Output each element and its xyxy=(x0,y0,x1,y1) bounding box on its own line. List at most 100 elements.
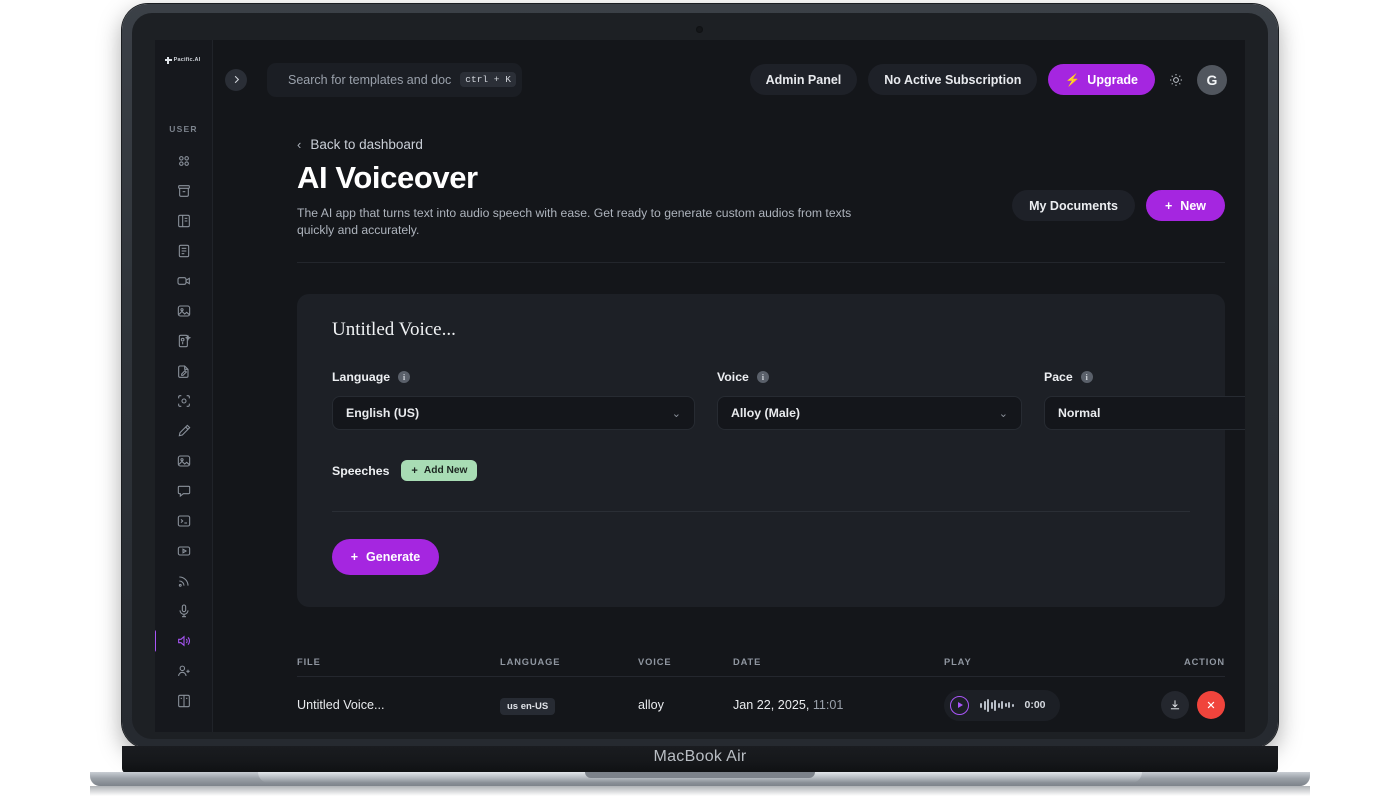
back-link-label: Back to dashboard xyxy=(310,137,423,152)
info-icon[interactable]: i xyxy=(756,371,769,384)
main-column: Search for templates and doc ctrl + K Ad… xyxy=(213,40,1245,732)
upgrade-button[interactable]: ⚡ Upgrade xyxy=(1048,64,1155,95)
laptop-base-notch xyxy=(585,772,815,778)
sidebar-item-templates[interactable] xyxy=(155,206,212,236)
table-row[interactable]: Untitled Voice... us en-US alloy Jan 22,… xyxy=(297,677,1225,732)
sidebar-item-pen[interactable] xyxy=(155,416,212,446)
info-icon[interactable]: i xyxy=(1080,371,1093,384)
play-time: 0:00 xyxy=(1024,699,1046,712)
pace-value: Normal xyxy=(1058,406,1101,421)
sidebar-item-archive[interactable] xyxy=(155,176,212,206)
generate-label: Generate xyxy=(366,550,421,565)
documents-table: FILE LANGUAGE VOICE DATE PLAY ACTION Unt… xyxy=(297,647,1225,732)
archive-box-icon xyxy=(177,185,190,197)
voiceover-form-card: Untitled Voice... Language i English (US… xyxy=(297,294,1245,608)
rss-icon xyxy=(178,576,189,587)
date-text: Jan 22, 2025, xyxy=(733,698,810,713)
play-box-icon xyxy=(177,546,190,556)
photo-icon xyxy=(177,455,190,467)
sidebar-item-rss[interactable] xyxy=(155,566,212,596)
column-header-play: PLAY xyxy=(944,656,972,667)
generate-button[interactable]: + Generate xyxy=(332,539,439,576)
download-button[interactable] xyxy=(1161,691,1189,720)
search-input[interactable]: Search for templates and doc ctrl + K xyxy=(267,62,522,97)
card-divider xyxy=(332,511,1190,513)
form-field-row: Language i English (US) ⌄ Voice i Alloy … xyxy=(332,370,1245,431)
hero-actions: My Documents + New xyxy=(1012,160,1225,221)
topbar: Search for templates and doc ctrl + K Ad… xyxy=(213,40,1245,119)
user-avatar[interactable]: G xyxy=(1197,64,1227,95)
sidebar-nav-list xyxy=(155,146,212,716)
sidebar-item-vision[interactable] xyxy=(155,386,212,416)
delete-button[interactable] xyxy=(1197,691,1225,720)
image-icon xyxy=(177,305,190,317)
sidebar-collapse-toggle[interactable] xyxy=(225,68,247,91)
info-icon[interactable]: i xyxy=(398,371,411,384)
language-select[interactable]: English (US) ⌄ xyxy=(332,396,695,431)
search-placeholder: Search for templates and doc xyxy=(288,72,452,87)
sidebar-item-photo-studio[interactable] xyxy=(155,446,212,476)
sidebar-section-label: USER xyxy=(169,124,198,134)
time-text: 11:01 xyxy=(812,698,844,713)
laptop-screen: Pacific.AI USER Search for templates and… xyxy=(155,40,1245,732)
sidebar-item-video[interactable] xyxy=(155,266,212,296)
sidebar-item-editor[interactable] xyxy=(155,356,212,386)
pace-label: Pace xyxy=(1044,370,1073,385)
topbar-actions: Admin Panel No Active Subscription ⚡ Upg… xyxy=(749,64,1227,95)
audio-player[interactable]: 0:00 xyxy=(944,689,1060,721)
microphone-icon xyxy=(178,604,189,618)
sidebar-item-code[interactable] xyxy=(155,506,212,536)
document-lines-icon xyxy=(178,244,189,258)
app-root: Pacific.AI USER Search for templates and… xyxy=(155,40,1245,732)
voice-field: Voice i Alloy (Male) ⌄ xyxy=(717,370,1022,431)
cell-voice: alloy xyxy=(638,698,664,713)
column-header-language: LANGUAGE xyxy=(500,656,561,667)
back-to-dashboard-link[interactable]: ‹ Back to dashboard xyxy=(297,137,1225,152)
sidebar-item-ai-detector[interactable] xyxy=(155,326,212,356)
hero-divider xyxy=(297,262,1225,264)
sidebar-item-dashboard[interactable] xyxy=(155,146,212,176)
speaker-wave-icon xyxy=(177,635,190,647)
admin-panel-button[interactable]: Admin Panel xyxy=(749,64,858,95)
brand-mark-icon xyxy=(164,56,172,64)
sidebar: Pacific.AI USER xyxy=(155,40,213,732)
language-value: English (US) xyxy=(346,406,420,421)
sidebar-item-ai-voiceover[interactable] xyxy=(155,626,212,656)
plus-icon: + xyxy=(411,464,418,477)
download-icon xyxy=(1170,700,1180,710)
play-circle-icon[interactable] xyxy=(950,695,969,715)
column-header-date: DATE xyxy=(733,656,762,667)
voice-select[interactable]: Alloy (Male) ⌄ xyxy=(717,396,1022,431)
my-documents-button[interactable]: My Documents xyxy=(1012,190,1135,221)
add-new-speech-button[interactable]: + Add New xyxy=(401,460,478,482)
page-content: Untitled Voice... Language i English (US… xyxy=(213,263,1245,732)
pace-select[interactable]: Normal ⌄ xyxy=(1044,396,1245,431)
card-title: Untitled Voice... xyxy=(332,319,456,341)
sidebar-item-documents[interactable] xyxy=(155,236,212,266)
sidebar-brand[interactable]: Pacific.AI xyxy=(155,40,212,80)
chevron-left-icon: ‹ xyxy=(297,137,302,152)
new-button[interactable]: + New xyxy=(1145,190,1225,221)
chevron-down-icon: ⌄ xyxy=(998,407,1008,420)
cell-date: Jan 22, 2025, 11:01 xyxy=(733,698,944,712)
column-header-file: FILE xyxy=(297,656,321,667)
sidebar-item-chat[interactable] xyxy=(155,476,212,506)
sidebar-item-speech-to-text[interactable] xyxy=(155,596,212,626)
sidebar-item-library[interactable] xyxy=(155,686,212,716)
sidebar-item-team[interactable] xyxy=(155,656,212,686)
new-button-label: New xyxy=(1180,198,1206,213)
document-pencil-icon xyxy=(177,365,189,378)
subscription-status-button[interactable]: No Active Subscription xyxy=(868,64,1038,95)
language-badge: us en-US xyxy=(500,697,556,715)
chevron-down-icon: ⌄ xyxy=(671,407,681,420)
pen-icon xyxy=(178,424,190,437)
page-hero: ‹ Back to dashboard AI Voiceover The AI … xyxy=(213,119,1245,264)
sidebar-item-images[interactable] xyxy=(155,296,212,326)
add-new-label: Add New xyxy=(423,465,468,477)
theme-toggle-button[interactable] xyxy=(1166,70,1186,90)
video-camera-icon xyxy=(176,277,190,285)
column-header-action: ACTION xyxy=(1183,656,1225,667)
sidebar-item-player[interactable] xyxy=(155,536,212,566)
speeches-row: Speeches + Add New xyxy=(332,460,1190,482)
screenshot-stage: Pacific.AI USER Search for templates and… xyxy=(0,0,1400,804)
